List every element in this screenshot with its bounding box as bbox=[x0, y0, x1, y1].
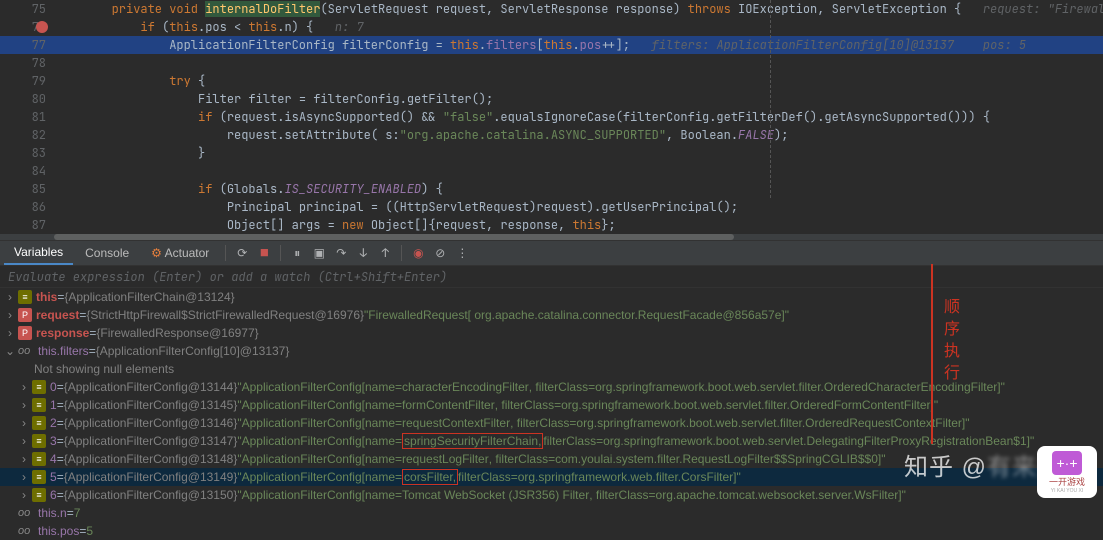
index-icon: ≡ bbox=[32, 434, 46, 448]
expand-icon[interactable]: › bbox=[18, 434, 30, 448]
object-icon: ≡ bbox=[18, 290, 32, 304]
tab-actuator[interactable]: ⚙ Actuator bbox=[141, 242, 219, 264]
annotation-label: 顺序执行 bbox=[937, 298, 961, 386]
gamepad-icon: +·+ bbox=[1052, 451, 1082, 475]
code-line-77-current: 77 ApplicationFilterConfig filterConfig … bbox=[0, 36, 1103, 54]
editor-h-scrollbar[interactable] bbox=[0, 234, 1103, 240]
index-icon: ≡ bbox=[32, 380, 46, 394]
watch-icon: oo bbox=[18, 345, 36, 357]
breakpoint-icon[interactable] bbox=[36, 21, 48, 33]
index-icon: ≡ bbox=[32, 416, 46, 430]
array-index-row[interactable]: ›≡2 = {ApplicationFilterConfig@13146} "A… bbox=[0, 414, 1103, 432]
rerun-icon[interactable]: ⟳ bbox=[232, 243, 252, 263]
frames-icon[interactable]: ▣ bbox=[309, 243, 329, 263]
pause-icon[interactable]: ⏸ bbox=[287, 243, 307, 263]
tab-variables[interactable]: Variables bbox=[4, 241, 73, 265]
evaluate-expression-input[interactable]: Evaluate expression (Enter) or add a wat… bbox=[0, 266, 1103, 288]
code-line-75: 75 private void internalDoFilter(Servlet… bbox=[0, 0, 1103, 18]
debug-toolwindow-tabs: Variables Console ⚙ Actuator ⟳ ■ ⏸ ▣ ↷ ↓… bbox=[0, 240, 1103, 266]
more-icon[interactable]: ⋮ bbox=[452, 243, 472, 263]
param-icon: P bbox=[18, 326, 32, 340]
var-this-n[interactable]: oo this.n = 7 bbox=[0, 504, 1103, 522]
game-logo-badge: +·+ 一开游戏 YI KAI YOU XI bbox=[1037, 446, 1097, 498]
watch-icon: oo bbox=[18, 507, 36, 519]
editor: 75 private void internalDoFilter(Servlet… bbox=[0, 0, 1103, 240]
step-out-icon[interactable]: ↑ bbox=[375, 243, 395, 263]
collapse-icon[interactable]: ⌄ bbox=[4, 344, 16, 358]
index-icon: ≡ bbox=[32, 398, 46, 412]
param-icon: P bbox=[18, 308, 32, 322]
stop-icon[interactable]: ■ bbox=[254, 243, 274, 263]
expand-icon[interactable]: › bbox=[18, 470, 30, 484]
mute-breakpoints-icon[interactable]: ⊘ bbox=[430, 243, 450, 263]
tab-console[interactable]: Console bbox=[75, 242, 139, 264]
array-index-row[interactable]: ›≡1 = {ApplicationFilterConfig@13145} "A… bbox=[0, 396, 1103, 414]
step-into-icon[interactable]: ↓ bbox=[353, 243, 373, 263]
watch-icon: oo bbox=[18, 525, 36, 537]
expand-icon[interactable]: › bbox=[18, 452, 30, 466]
expand-icon[interactable]: › bbox=[18, 380, 30, 394]
expand-icon[interactable]: › bbox=[18, 398, 30, 412]
var-this-pos[interactable]: oo this.pos = 5 bbox=[0, 522, 1103, 540]
index-icon: ≡ bbox=[32, 452, 46, 466]
array-index-row[interactable]: ›≡6 = {ApplicationFilterConfig@13150} "A… bbox=[0, 486, 1103, 504]
editor-margin-guide bbox=[770, 0, 772, 198]
gutter-75: 75 bbox=[0, 0, 54, 18]
annotation-arrow bbox=[931, 264, 933, 444]
step-over-icon[interactable]: ↷ bbox=[331, 243, 351, 263]
expand-icon[interactable]: › bbox=[4, 290, 16, 304]
expand-icon[interactable]: › bbox=[18, 416, 30, 430]
view-breakpoints-icon[interactable]: ◉ bbox=[408, 243, 428, 263]
code-line-76: 76 if (this.pos < this.n) { n: 7 bbox=[0, 18, 1103, 36]
index-icon: ≡ bbox=[32, 470, 46, 484]
